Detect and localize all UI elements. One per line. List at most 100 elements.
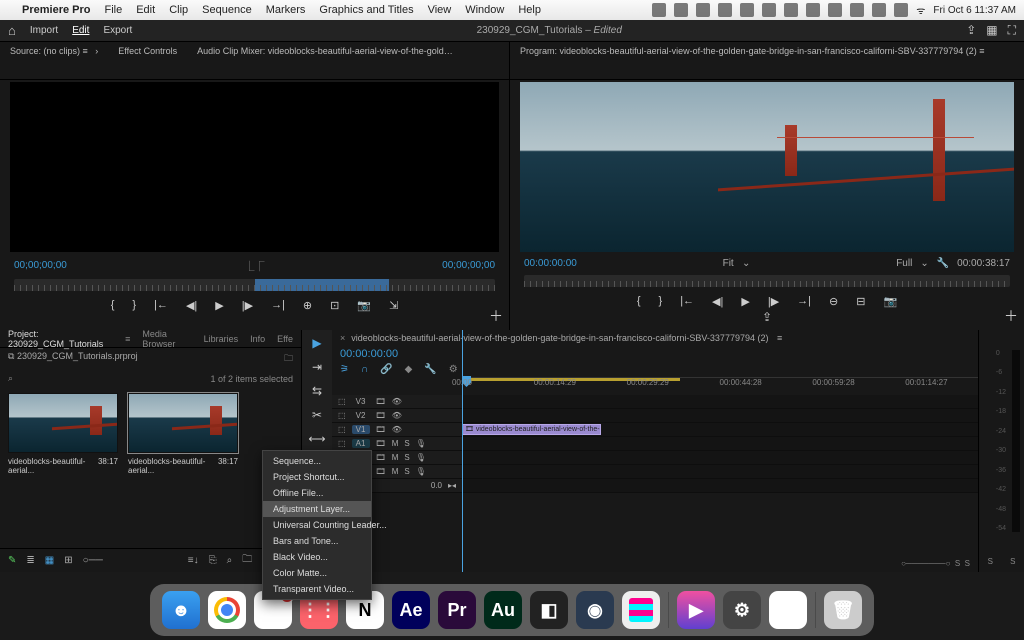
audio-mixer-tab[interactable]: Audio Clip Mixer: videoblocks-beautiful-… <box>187 42 467 60</box>
libraries-tab[interactable]: Libraries <box>204 334 239 344</box>
tab-export[interactable]: Export <box>103 25 132 36</box>
zoom-fit-select[interactable]: Fit ⌄ <box>723 258 751 269</box>
tray-icon[interactable] <box>718 3 732 17</box>
quick-export-icon[interactable]: ⇪ <box>966 23 976 38</box>
mark-in-icon[interactable]: { <box>637 295 641 308</box>
track-header-v3[interactable]: ⬚V3🎞👁 <box>332 395 462 409</box>
tray-icon[interactable] <box>784 3 798 17</box>
app-name-menu[interactable]: Premiere Pro <box>22 4 90 16</box>
timeline-lanes[interactable]: 🎞 videoblocks-beautiful-aerial-view-of-t… <box>462 395 978 493</box>
dock-app-settings[interactable]: ⚙ <box>723 591 761 629</box>
settings-icon[interactable]: 🔧 <box>937 258 949 269</box>
list-view-icon[interactable]: ≣ <box>26 555 34 566</box>
dock-app-figma[interactable]: ◧ <box>530 591 568 629</box>
project-item[interactable]: videoblocks-beautiful-aerial...38:17 <box>128 393 238 475</box>
tray-icon[interactable] <box>894 3 908 17</box>
project-item[interactable]: videoblocks-beautiful-aerial...38:17 <box>8 393 118 475</box>
home-icon[interactable]: ⌂ <box>8 23 16 38</box>
menu-file[interactable]: File <box>104 4 122 16</box>
wifi-icon[interactable]: ᯤ <box>916 3 925 17</box>
menu-item-project-shortcut[interactable]: Project Shortcut... <box>263 469 371 485</box>
tray-icon[interactable] <box>674 3 688 17</box>
export-icon[interactable]: ⇪ <box>510 310 1024 324</box>
selection-tool-icon[interactable]: ▶ <box>312 336 321 350</box>
play-icon[interactable]: ▶ <box>215 299 223 312</box>
go-out-icon[interactable]: →| <box>797 295 811 308</box>
solo-icon[interactable]: S <box>988 557 993 566</box>
effect-controls-tab[interactable]: Effect Controls <box>108 42 187 60</box>
tray-icon[interactable] <box>740 3 754 17</box>
camera-icon[interactable]: 📷 <box>883 295 897 308</box>
marker-icon[interactable]: ◆ <box>405 364 413 375</box>
menu-clip[interactable]: Clip <box>169 4 188 16</box>
menu-window[interactable]: Window <box>465 4 504 16</box>
media-browser-tab[interactable]: Media Browser <box>142 329 191 349</box>
track-header-v2[interactable]: ⬚V2🎞👁 <box>332 409 462 423</box>
settings-icon[interactable]: 🔧 <box>424 364 436 375</box>
razor-tool-icon[interactable]: ✂ <box>312 408 322 422</box>
automate-icon[interactable]: ⎘ <box>209 555 217 566</box>
go-out-icon[interactable]: →| <box>271 299 285 312</box>
program-scrubber[interactable] <box>524 273 1010 289</box>
dock-app-chrome[interactable] <box>208 591 246 629</box>
menu-edit[interactable]: Edit <box>136 4 155 16</box>
maximize-icon[interactable]: ⛶ <box>1008 23 1016 38</box>
tray-icon[interactable] <box>696 3 710 17</box>
dock-app-launchpad[interactable] <box>622 591 660 629</box>
program-tab[interactable]: Program: videoblocks-beautiful-aerial-vi… <box>510 42 995 60</box>
menu-graphics[interactable]: Graphics and Titles <box>319 4 413 16</box>
magnet-icon[interactable]: ∩ <box>361 364 368 375</box>
dock-trash[interactable]: 🗑 <box>824 591 862 629</box>
dock-app-finder[interactable]: ☻ <box>162 591 200 629</box>
ripple-tool-icon[interactable]: ⇆ <box>312 384 322 398</box>
insert-icon[interactable]: ⊕ <box>303 299 312 312</box>
new-bin-icon[interactable]: 🗀 <box>242 552 252 569</box>
go-in-icon[interactable]: |← <box>680 295 694 308</box>
program-viewport[interactable] <box>520 82 1014 252</box>
mark-out-icon[interactable]: } <box>132 299 136 312</box>
tray-icon[interactable] <box>872 3 886 17</box>
solo-icon[interactable]: S <box>1010 557 1015 566</box>
menu-item-black-video[interactable]: Black Video... <box>263 549 371 565</box>
step-fwd-icon[interactable]: |▶ <box>768 295 779 308</box>
project-tab[interactable]: Project: 230929_CGM_Tutorials <box>8 329 113 349</box>
menu-item-sequence[interactable]: Sequence... <box>263 453 371 469</box>
dock-app-premiere[interactable]: Pr <box>438 591 476 629</box>
snap-icon[interactable]: ⚞ <box>340 364 349 375</box>
source-viewport[interactable] <box>10 82 499 252</box>
menu-help[interactable]: Help <box>518 4 541 16</box>
button-editor-icon[interactable]: ＋ <box>1004 306 1018 326</box>
timeline-ruler[interactable]: 00:00 00:00:14:29 00:00:29:29 00:00:44:2… <box>462 377 978 395</box>
slip-tool-icon[interactable]: ⟷ <box>308 432 325 446</box>
tray-icon[interactable] <box>762 3 776 17</box>
tray-icon[interactable] <box>806 3 820 17</box>
dock-app-aftereffects[interactable]: Ae <box>392 591 430 629</box>
tray-icon[interactable] <box>828 3 842 17</box>
freeform-view-icon[interactable]: ⊞ <box>64 555 72 566</box>
sort-icon[interactable]: ≡↓ <box>188 555 199 566</box>
tray-icon[interactable] <box>850 3 864 17</box>
button-editor-icon[interactable]: ＋ <box>489 306 503 326</box>
dock-app-audition[interactable]: Au <box>484 591 522 629</box>
menu-item-color-matte[interactable]: Color Matte... <box>263 565 371 581</box>
menu-sequence[interactable]: Sequence <box>202 4 252 16</box>
timeline-tc[interactable]: 00:00:00:00 <box>332 346 978 362</box>
extract-icon[interactable]: ⊟ <box>856 295 865 308</box>
menu-view[interactable]: View <box>428 4 452 16</box>
go-in-icon[interactable]: |← <box>154 299 168 312</box>
step-fwd-icon[interactable]: |▶ <box>242 299 253 312</box>
tab-edit[interactable]: Edit <box>72 25 89 36</box>
workspace-icon[interactable]: ▦ <box>986 23 997 38</box>
effects-tab[interactable]: Effe <box>277 334 293 344</box>
track-header-a1[interactable]: ⬚A1🎞MS🎙 <box>332 437 462 451</box>
tray-icon[interactable] <box>652 3 666 17</box>
step-back-icon[interactable]: ◀| <box>712 295 723 308</box>
search-icon[interactable]: ⌕ <box>8 373 22 384</box>
source-tab[interactable]: Source: (no clips) ≡ › <box>0 42 108 60</box>
icon-view-icon[interactable]: ▦ <box>45 555 54 566</box>
find-icon[interactable]: ⌕ <box>227 555 233 566</box>
tab-import[interactable]: Import <box>30 25 58 36</box>
camera-icon[interactable]: 📷 <box>357 299 371 312</box>
bin-icon[interactable]: 🗀 <box>284 351 293 367</box>
dock-app-media[interactable]: ▶ <box>677 591 715 629</box>
